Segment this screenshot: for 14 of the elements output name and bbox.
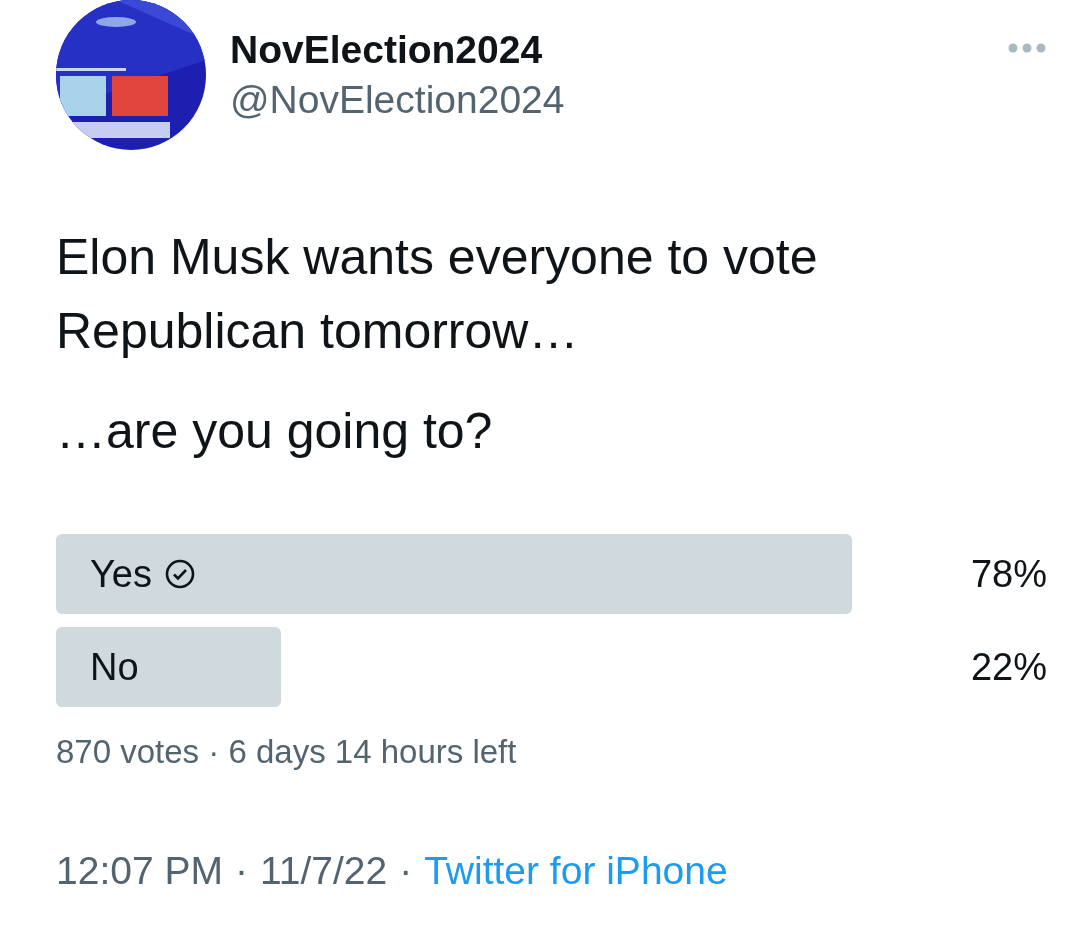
more-icon[interactable]: [1007, 42, 1047, 54]
tweet-text: …are you going to?: [56, 402, 494, 461]
tweet-text: Elon Musk wants everyone to vote Republican tomorrow…: [56, 228, 819, 361]
poll-percentage: 78%: [970, 552, 1047, 596]
poll-percentage: 22%: [970, 645, 1047, 689]
account-handle[interactable]: @NovElection2024: [230, 72, 565, 128]
account-name[interactable]: NovElection2024: [230, 28, 543, 72]
tweet-date: 11/7/22: [259, 849, 388, 893]
separator-dot: ·: [399, 849, 413, 893]
tweet-time: 12:07 PM: [56, 849, 223, 893]
poll-summary: 870 votes · 6 days 14 hours left: [56, 733, 517, 771]
poll-option-label: No: [90, 645, 139, 689]
separator-dot: ·: [234, 849, 248, 893]
poll-option-label: Yes: [90, 552, 152, 596]
